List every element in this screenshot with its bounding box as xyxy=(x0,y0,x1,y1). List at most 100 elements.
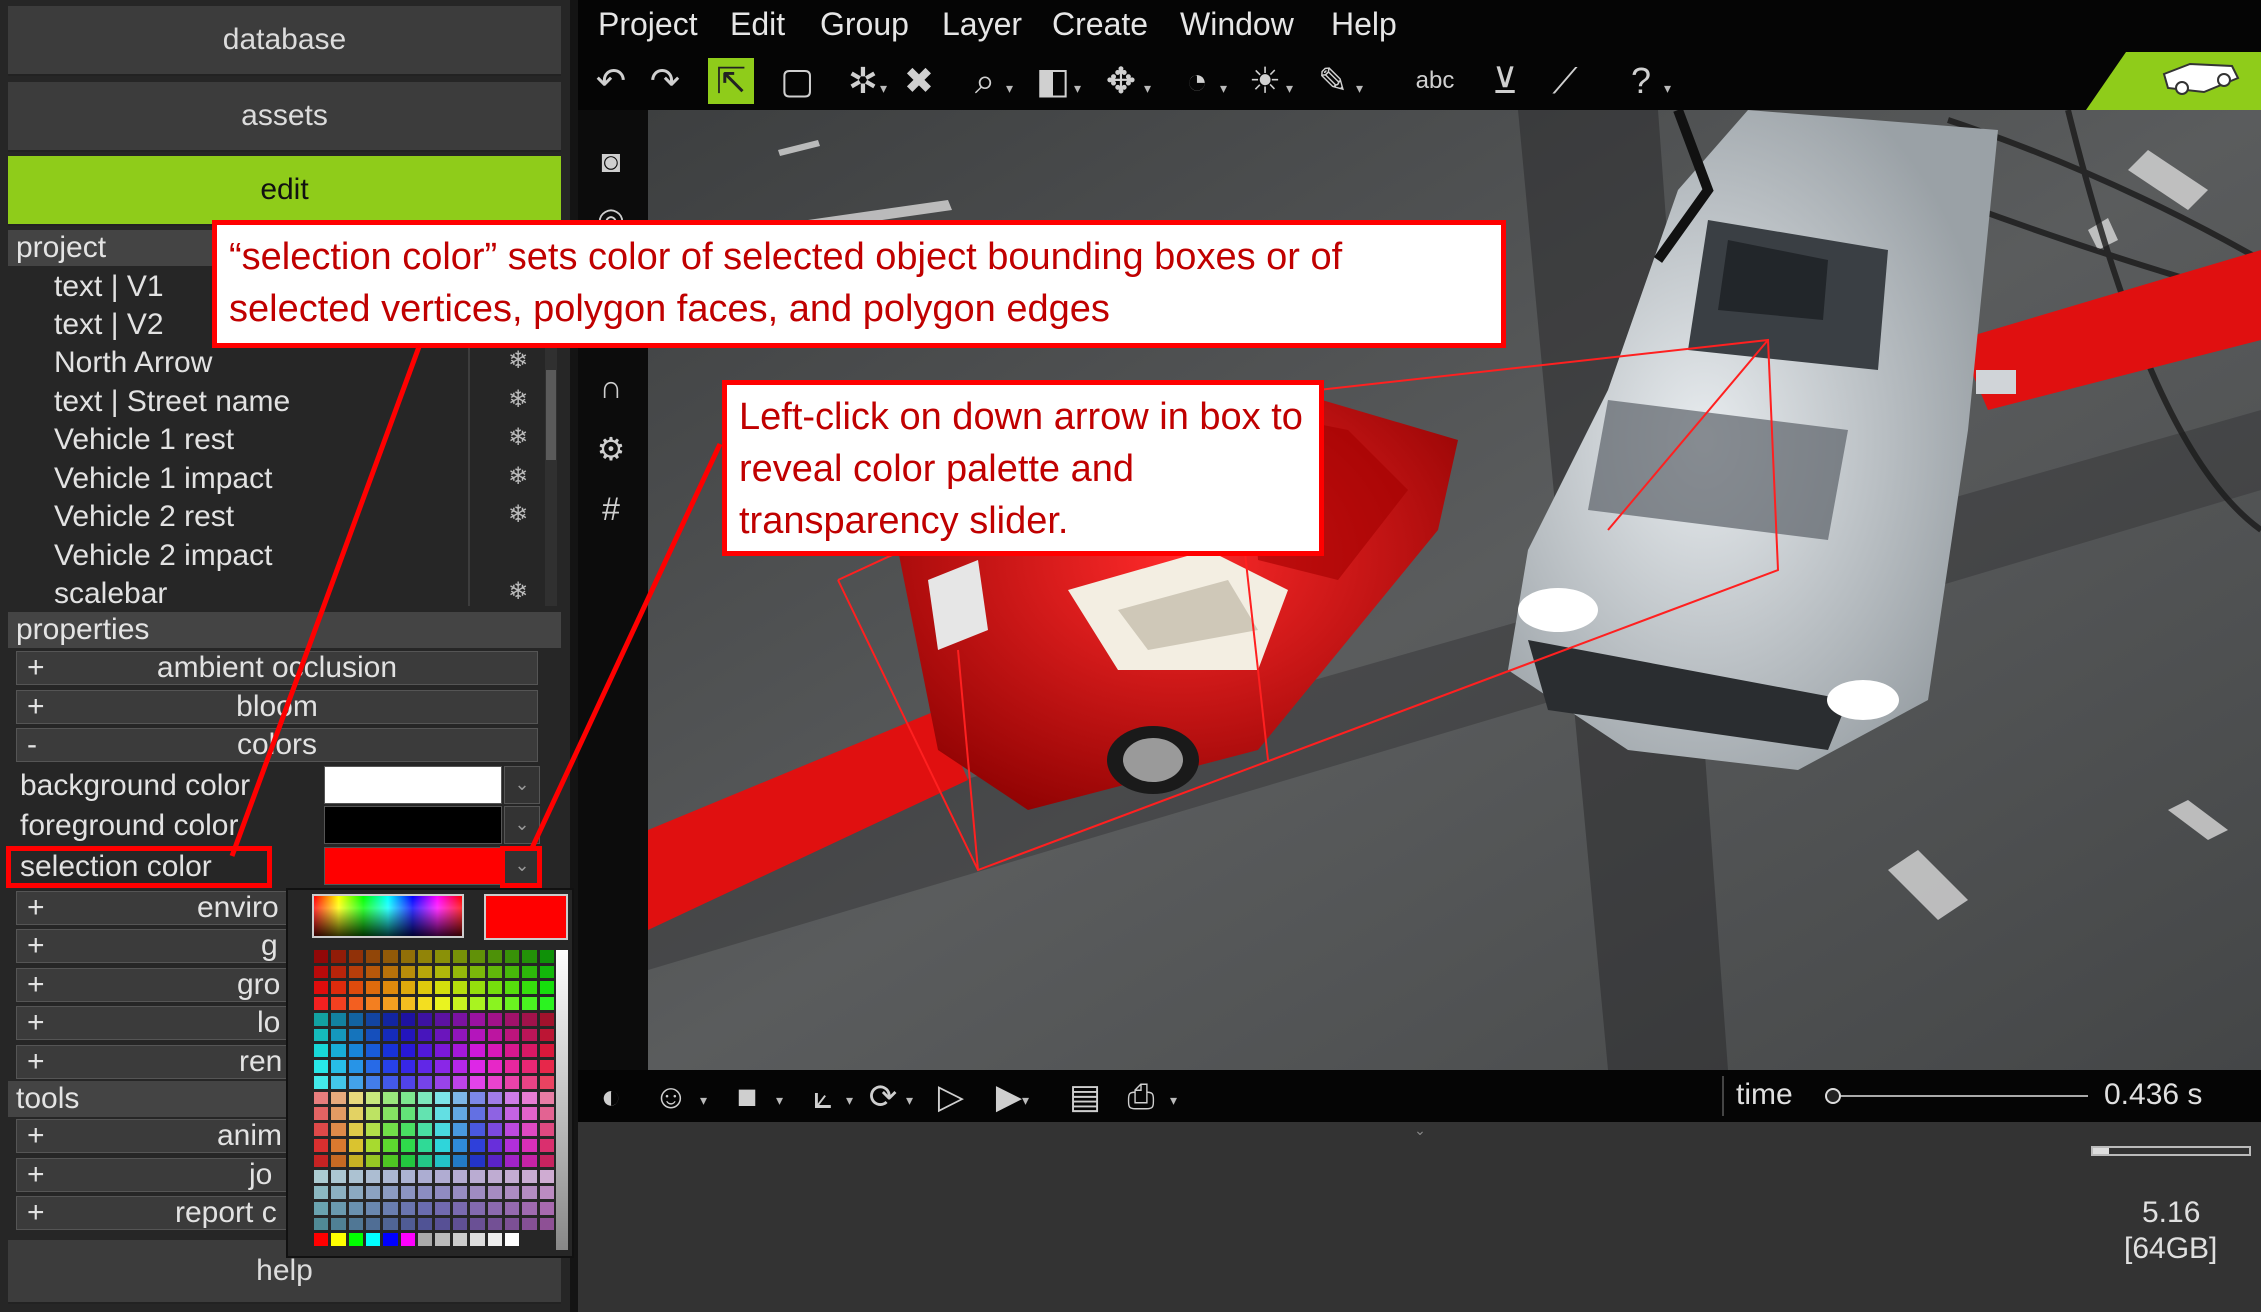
light-icon[interactable]: ☀ xyxy=(1242,58,1288,104)
palette-swatch[interactable] xyxy=(504,981,520,995)
palette-swatch[interactable] xyxy=(504,1012,520,1026)
menu-layer[interactable]: Layer xyxy=(942,6,1022,43)
expand-icon[interactable]: + xyxy=(27,1046,45,1078)
head-icon[interactable]: ☺ xyxy=(648,1074,694,1120)
palette-swatch[interactable] xyxy=(504,1201,520,1215)
palette-swatch[interactable] xyxy=(314,1154,329,1168)
palette-swatch[interactable] xyxy=(539,1123,554,1136)
palette-swatch[interactable] xyxy=(314,1107,329,1121)
palette-swatch[interactable] xyxy=(522,997,537,1010)
palette-swatch[interactable] xyxy=(383,981,398,995)
palette-swatch[interactable] xyxy=(348,1123,364,1136)
palette-swatch[interactable] xyxy=(487,1123,502,1136)
animate-icon[interactable]: ⟳ xyxy=(860,1074,906,1120)
menu-edit[interactable]: Edit xyxy=(730,6,785,43)
dropdown-icon[interactable]: ▾ xyxy=(1220,80,1227,97)
palette-swatch[interactable] xyxy=(487,1154,502,1168)
dropdown-icon[interactable]: ▾ xyxy=(906,1092,913,1109)
palette-swatch[interactable] xyxy=(400,981,416,995)
expand-icon[interactable]: + xyxy=(27,969,45,1001)
palette-swatch[interactable] xyxy=(314,1217,329,1231)
palette-swatch[interactable] xyxy=(418,981,433,995)
palette-swatch[interactable] xyxy=(470,1012,485,1026)
cube-icon[interactable]: ◧ xyxy=(1030,58,1076,104)
palette-swatch[interactable] xyxy=(504,1154,520,1168)
help-icon[interactable]: ? xyxy=(1618,58,1664,104)
palette-swatch[interactable] xyxy=(539,1091,554,1105)
dropdown-icon[interactable]: ▾ xyxy=(1286,80,1293,97)
palette-swatch[interactable] xyxy=(487,1091,502,1105)
palette-swatch[interactable] xyxy=(539,965,554,979)
palette-swatch[interactable] xyxy=(348,1217,364,1231)
dropdown-icon[interactable]: ▾ xyxy=(1356,80,1363,97)
palette-swatch[interactable] xyxy=(487,1060,502,1073)
palette-swatch[interactable] xyxy=(383,1201,398,1215)
time-slider-thumb[interactable] xyxy=(1825,1088,1842,1104)
project-item-street-name[interactable]: text | Street name xyxy=(54,383,290,421)
expand-icon[interactable]: + xyxy=(27,892,45,924)
palette-swatch[interactable] xyxy=(487,965,502,979)
foreground-color-swatch[interactable] xyxy=(324,806,502,844)
transparency-slider[interactable] xyxy=(556,950,568,1250)
palette-swatch[interactable] xyxy=(539,1233,554,1246)
palette-swatch[interactable] xyxy=(366,965,381,979)
palette-swatch[interactable] xyxy=(522,1217,537,1231)
palette-swatch[interactable] xyxy=(331,950,346,963)
palette-swatch[interactable] xyxy=(383,1044,398,1058)
palette-swatch[interactable] xyxy=(418,965,433,979)
palette-swatch[interactable] xyxy=(348,1233,364,1246)
palette-swatch[interactable] xyxy=(418,950,433,963)
palette-swatch[interactable] xyxy=(383,1154,398,1168)
palette-swatch[interactable] xyxy=(366,1060,381,1073)
palette-swatch[interactable] xyxy=(522,981,537,995)
palette-swatch[interactable] xyxy=(504,1186,520,1199)
palette-swatch[interactable] xyxy=(487,1138,502,1152)
palette-swatch[interactable] xyxy=(400,1233,416,1246)
palette-swatch[interactable] xyxy=(400,1044,416,1058)
palette-swatch[interactable] xyxy=(383,1123,398,1136)
palette-swatch[interactable] xyxy=(470,981,485,995)
palette-swatch[interactable] xyxy=(435,1044,450,1058)
palette-swatch[interactable] xyxy=(504,1028,520,1042)
palette-swatch[interactable] xyxy=(539,1060,554,1073)
palette-swatch[interactable] xyxy=(418,1075,433,1089)
play-icon[interactable]: ▷ xyxy=(928,1074,974,1120)
palette-swatch[interactable] xyxy=(470,1107,485,1121)
foreground-color-dropdown[interactable]: ⌄ xyxy=(504,806,540,844)
select-icon[interactable]: ⇱ xyxy=(708,58,754,104)
palette-swatch[interactable] xyxy=(452,1217,468,1231)
palette-swatch[interactable] xyxy=(452,1233,468,1246)
palette-swatch[interactable] xyxy=(331,1107,346,1121)
palette-swatch[interactable] xyxy=(366,1217,381,1231)
palette-swatch[interactable] xyxy=(331,1075,346,1089)
expand-icon[interactable]: + xyxy=(27,1007,45,1039)
palette-swatch[interactable] xyxy=(331,1233,346,1246)
palette-swatch[interactable] xyxy=(470,1201,485,1215)
palette-swatch[interactable] xyxy=(418,1060,433,1073)
palette-swatch[interactable] xyxy=(435,1012,450,1026)
snowflake-icon[interactable]: ❄ xyxy=(505,387,531,413)
palette-swatch[interactable] xyxy=(383,1217,398,1231)
palette-swatch[interactable] xyxy=(470,965,485,979)
palette-swatch[interactable] xyxy=(331,1138,346,1152)
palette-swatch[interactable] xyxy=(400,1107,416,1121)
palette-swatch[interactable] xyxy=(452,997,468,1010)
palette-swatch[interactable] xyxy=(400,997,416,1010)
palette-swatch[interactable] xyxy=(418,1170,433,1184)
palette-swatch[interactable] xyxy=(522,1201,537,1215)
palette-swatch[interactable] xyxy=(470,1138,485,1152)
palette-swatch[interactable] xyxy=(366,1170,381,1184)
palette-swatch[interactable] xyxy=(331,1028,346,1042)
palette-swatch[interactable] xyxy=(331,1091,346,1105)
palette-swatch[interactable] xyxy=(452,1170,468,1184)
palette-swatch[interactable] xyxy=(435,997,450,1010)
prop-colors[interactable]: - colors xyxy=(16,728,538,762)
palette-swatch[interactable] xyxy=(383,1075,398,1089)
properties-header[interactable]: properties xyxy=(8,612,561,648)
palette-swatch[interactable] xyxy=(314,1060,329,1073)
palette-swatch[interactable] xyxy=(487,1107,502,1121)
palette-swatch[interactable] xyxy=(331,1186,346,1199)
dropdown-icon[interactable]: ▾ xyxy=(1074,80,1081,97)
menu-window[interactable]: Window xyxy=(1180,6,1294,43)
hue-gradient-picker[interactable] xyxy=(312,894,464,938)
